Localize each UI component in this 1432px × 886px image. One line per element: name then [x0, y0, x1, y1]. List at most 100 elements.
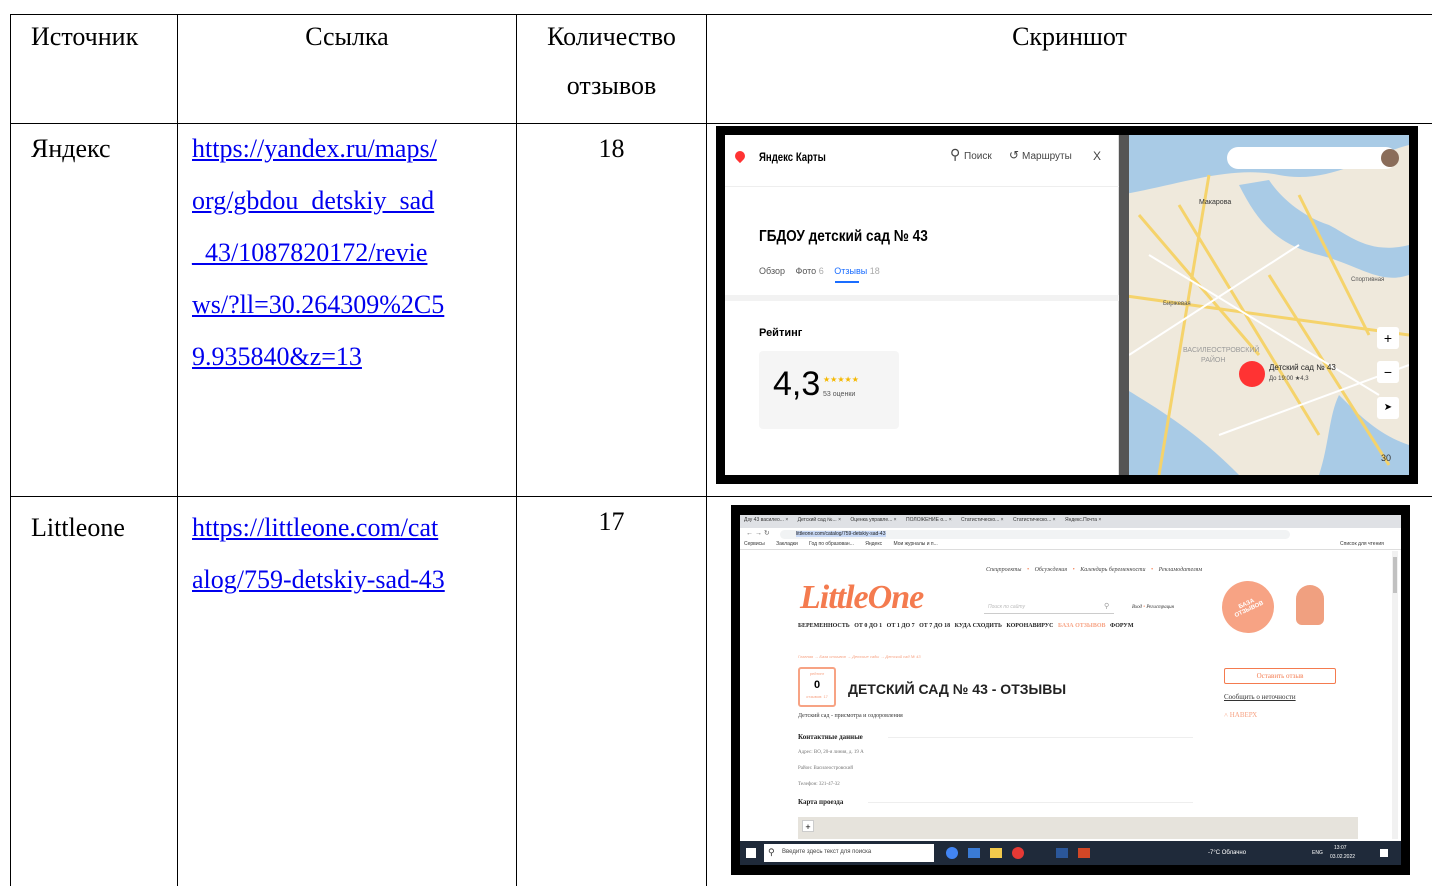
littleone-leave-review-button[interactable]: Оставить отзыв	[1224, 668, 1336, 684]
yandex-routes-label[interactable]: Маршруты	[1022, 151, 1072, 162]
nav-item[interactable]: КОРОНАВИРУС	[1006, 623, 1053, 629]
nav-item[interactable]: ОТ 1 ДО 7	[887, 623, 915, 629]
browser-tab[interactable]: Оценка управле...	[850, 517, 892, 523]
yandex-zoom-out[interactable]: −	[1377, 361, 1399, 383]
windows-taskbar: ⚲ Введите здесь текст для поиска -7°С Об…	[740, 841, 1401, 865]
bookmark-item[interactable]: Год по образован...	[809, 541, 854, 547]
top-link[interactable]: Календарь беременности	[1080, 567, 1145, 573]
taskbar-lang[interactable]: ENG	[1312, 850, 1323, 856]
row-littleone-link-1[interactable]: https://littleone.com/cat	[192, 503, 438, 552]
yandex-rating-count: 53 оценки	[823, 391, 856, 398]
littleone-search-input[interactable]: Поиск по сайту ⚲	[984, 603, 1114, 614]
table-rule-2	[10, 496, 1432, 497]
yandex-map[interactable]: Макарова ВАСИЛЕОСТРОВСКИЙ РАЙОН Биржевая…	[1119, 135, 1409, 475]
yandex-pin-icon	[732, 148, 748, 164]
browser-url[interactable]: littleone.com/catalog/759-detskiy-sad-43	[796, 531, 886, 537]
taskbar-weather[interactable]: -7°С Облачно	[1208, 850, 1246, 856]
littleone-search-placeholder: Поиск по сайту	[988, 604, 1025, 610]
mail-icon[interactable]	[968, 848, 980, 858]
row-yandex-link-1[interactable]: https://yandex.ru/maps/	[192, 124, 437, 173]
littleone-logo[interactable]: LittleOne	[800, 579, 924, 617]
taskbar-date[interactable]: 03.02.2022	[1330, 854, 1355, 860]
bookmark-item[interactable]: Сервисы	[744, 541, 765, 547]
browser-scrollbar-thumb[interactable]	[1393, 557, 1397, 593]
bookmark-item[interactable]: Мои журналы и п...	[893, 541, 937, 547]
row-littleone-source: Littleone	[31, 513, 125, 542]
yandex-tab-photos-count: 6	[818, 266, 824, 276]
yandex-marker-title: Детский сад № 43	[1269, 363, 1336, 372]
bookmark-item[interactable]: Закладки	[776, 541, 798, 547]
opera-icon[interactable]	[1012, 847, 1024, 859]
yandex-tab-photos[interactable]: Фото	[796, 266, 817, 276]
bookmark-item[interactable]: Яндекс	[865, 541, 882, 547]
taskbar-time[interactable]: 13:07	[1334, 845, 1347, 851]
littleone-report-error-link[interactable]: Сообщить о неточности	[1224, 693, 1296, 701]
row-yandex-link-3[interactable]: _43/1087820172/revie	[192, 228, 427, 277]
browser-tab[interactable]: Дзу 43 василео...	[744, 517, 784, 523]
browser-scrollbar[interactable]	[1392, 551, 1398, 839]
notification-icon[interactable]	[1380, 849, 1388, 857]
yandex-map-label-district-2: РАЙОН	[1201, 357, 1226, 364]
browser-tab[interactable]: Статистическо...	[961, 517, 999, 523]
littleone-title: ДЕТСКИЙ САД № 43 - ОТЗЫВЫ	[848, 681, 1067, 697]
yandex-search-icon[interactable]: ⚲	[950, 146, 960, 163]
register-link[interactable]: Регистрация	[1146, 605, 1174, 610]
littleone-breadcrumb[interactable]: Главная → База отзывов → Детские сады → …	[798, 654, 921, 659]
browser-tab[interactable]: Статистическо...	[1013, 517, 1051, 523]
nav-item[interactable]: ОТ 0 ДО 1	[854, 623, 882, 629]
yandex-location-button[interactable]: ➤	[1377, 397, 1399, 419]
table-col-3	[706, 14, 707, 886]
top-link[interactable]: Рекламодателям	[1159, 567, 1203, 573]
login-link[interactable]: Вход	[1132, 605, 1142, 610]
browser-address-bar[interactable]: littleone.com/catalog/759-detskiy-sad-43	[780, 530, 1290, 539]
nav-item[interactable]: ФОРУМ	[1110, 623, 1133, 629]
yandex-rating-stars: ★★★★★	[823, 375, 859, 384]
yandex-zoom-in[interactable]: +	[1377, 327, 1399, 349]
nav-item[interactable]: ОТ 7 ДО 18	[919, 623, 950, 629]
littleone-search-icon[interactable]: ⚲	[1104, 602, 1109, 610]
nav-item[interactable]: БЕРЕМЕННОСТЬ	[798, 623, 850, 629]
yandex-rating-label: Рейтинг	[759, 327, 803, 339]
yandex-search-label[interactable]: Поиск	[964, 151, 992, 162]
powerpoint-icon[interactable]	[1078, 848, 1090, 858]
yandex-tab-reviews-count: 18	[869, 266, 880, 276]
header-count-2: отзывов	[566, 71, 657, 100]
yandex-close-icon[interactable]: X	[1093, 149, 1101, 163]
littleone-map-zoom-in[interactable]: +	[802, 820, 814, 832]
yandex-divider	[725, 295, 1119, 301]
browser-tab[interactable]: Детский сад №...	[798, 517, 837, 523]
row-littleone-link-2[interactable]: alog/759-detskiy-sad-43	[192, 555, 445, 604]
table-border-left	[10, 14, 11, 886]
windows-start-icon[interactable]	[746, 848, 756, 858]
chrome-icon[interactable]	[946, 847, 958, 859]
header-screenshot: Скриншот	[1012, 22, 1127, 51]
bookmarks-reading-list[interactable]: Список для чтения	[1340, 541, 1384, 547]
browser-nav-icons[interactable]: ← → ↻	[746, 529, 770, 537]
yandex-map-toolbar	[1227, 147, 1397, 169]
littleone-map[interactable]: +	[798, 817, 1358, 839]
yandex-tab-reviews[interactable]: Отзывы	[834, 266, 867, 276]
yandex-route-icon[interactable]: ↺	[1009, 148, 1019, 162]
row-yandex-link-2[interactable]: org/gbdou_detskiy_sad	[192, 176, 434, 225]
nav-item[interactable]: БАЗА ОТЗЫВОВ	[1058, 623, 1105, 629]
yandex-map-avatar[interactable]	[1381, 149, 1399, 167]
word-icon[interactable]	[1056, 848, 1068, 858]
header-link: Ссылка	[305, 22, 389, 51]
littleone-rating-value: 0	[813, 679, 821, 691]
browser-tab[interactable]: ПОЛОЖЕНИЕ о...	[906, 517, 947, 523]
browser-tab[interactable]: Яндекс.Почта	[1065, 517, 1097, 523]
nav-item[interactable]: КУДА СХОДИТЬ	[955, 623, 1002, 629]
littleone-to-top[interactable]: ˄ НАВЕРХ	[1224, 711, 1257, 719]
yandex-marker-icon[interactable]	[1239, 361, 1265, 387]
taskbar-search-icon: ⚲	[768, 847, 775, 857]
littleone-badge[interactable]: БАЗА ОТЗЫВОВ	[1213, 572, 1283, 642]
explorer-icon[interactable]	[990, 848, 1002, 858]
yandex-screenshot-inner: Яндекс Карты ⚲ Поиск ↺ Маршруты X ГБДОУ …	[725, 135, 1409, 475]
row-yandex-link-5[interactable]: 9.935840&z=13	[192, 332, 362, 381]
top-link[interactable]: Обсуждения	[1035, 567, 1068, 573]
yandex-rating-value: 4,3	[773, 365, 821, 403]
yandex-tab-overview[interactable]: Обзор	[759, 266, 785, 276]
taskbar-search[interactable]: ⚲ Введите здесь текст для поиска	[764, 844, 934, 862]
row-yandex-link-4[interactable]: ws/?ll=30.264309%2C5	[192, 280, 444, 329]
top-link[interactable]: Спецпроекты	[986, 567, 1021, 573]
